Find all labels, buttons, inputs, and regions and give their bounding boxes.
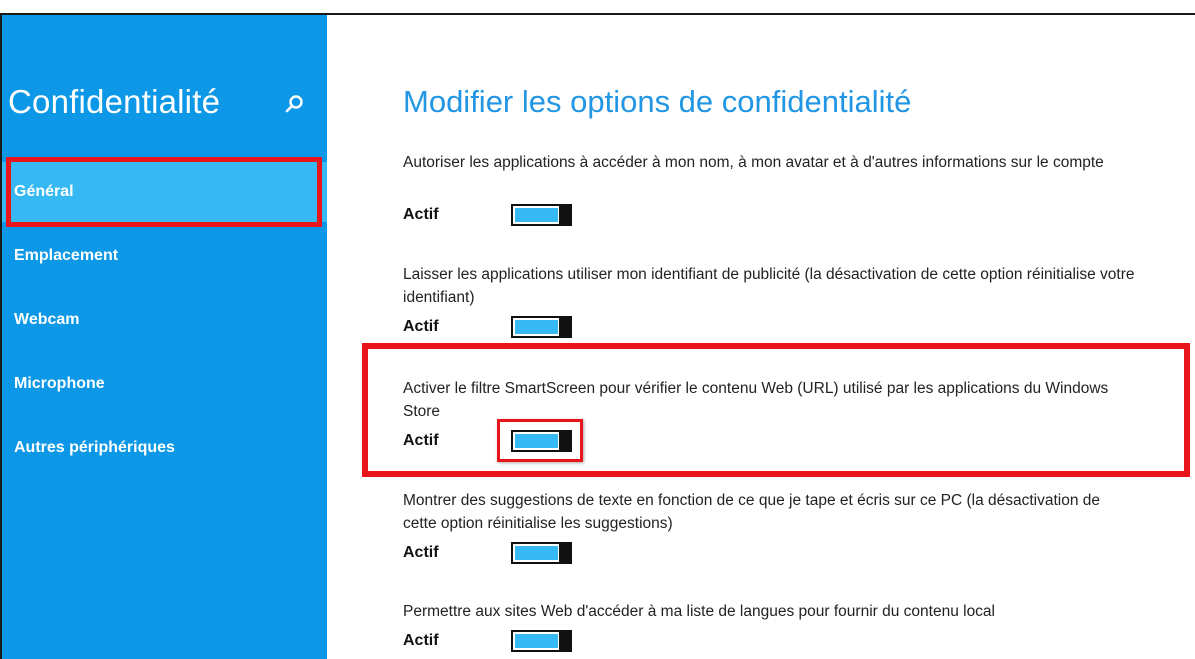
sidebar-item-webcam[interactable]: Webcam — [2, 290, 327, 350]
sidebar-item-label: Général — [14, 183, 74, 200]
sidebar-item-general[interactable]: Général — [2, 162, 327, 222]
text-suggestions-toggle[interactable] — [511, 542, 572, 564]
advertising-id-toggle[interactable] — [511, 316, 572, 338]
sidebar-item-location[interactable]: Emplacement — [2, 226, 327, 286]
setting-text-suggestions-state: Actif — [403, 544, 439, 561]
sidebar-item-label: Autres périphériques — [14, 439, 175, 456]
toggle-fill — [515, 320, 558, 334]
toggle-thumb — [559, 318, 570, 336]
toggle-fill — [515, 434, 558, 448]
toggle-thumb — [559, 632, 570, 650]
smartscreen-toggle[interactable] — [511, 430, 572, 452]
toggle-fill — [515, 546, 558, 560]
setting-language-list-state: Actif — [403, 632, 439, 649]
setting-account-info-state: Actif — [403, 206, 439, 223]
language-list-toggle[interactable] — [511, 630, 572, 652]
toggle-thumb — [559, 206, 570, 224]
setting-text-suggestions-description: Montrer des suggestions de texte en fonc… — [403, 492, 1101, 532]
sidebar-item-label: Microphone — [14, 375, 105, 392]
sidebar: Confidentialité Général Emplacement Webc… — [2, 15, 327, 659]
sidebar-title: Confidentialité — [8, 83, 221, 120]
toggle-thumb — [559, 432, 570, 450]
account-info-toggle[interactable] — [511, 204, 572, 226]
sidebar-item-label: Webcam — [14, 311, 80, 328]
page-title: Modifier les options de confidentialité — [403, 84, 912, 119]
sidebar-item-other-devices[interactable]: Autres périphériques — [2, 418, 327, 478]
setting-advertising-id-description: Laisser les applications utiliser mon id… — [403, 266, 1135, 306]
search-icon[interactable] — [283, 93, 305, 115]
toggle-fill — [515, 208, 558, 222]
setting-smartscreen-state: Actif — [403, 432, 439, 449]
setting-advertising-id-state: Actif — [403, 318, 439, 335]
setting-language-list-description: Permettre aux sites Web d'accéder à ma l… — [403, 603, 995, 620]
toggle-thumb — [559, 544, 570, 562]
sidebar-item-microphone[interactable]: Microphone — [2, 354, 327, 414]
setting-account-info-description: Autoriser les applications à accéder à m… — [403, 154, 1104, 171]
sidebar-item-label: Emplacement — [14, 247, 119, 264]
toggle-fill — [515, 634, 558, 648]
setting-smartscreen-description: Activer le filtre SmartScreen pour vérif… — [403, 380, 1109, 420]
